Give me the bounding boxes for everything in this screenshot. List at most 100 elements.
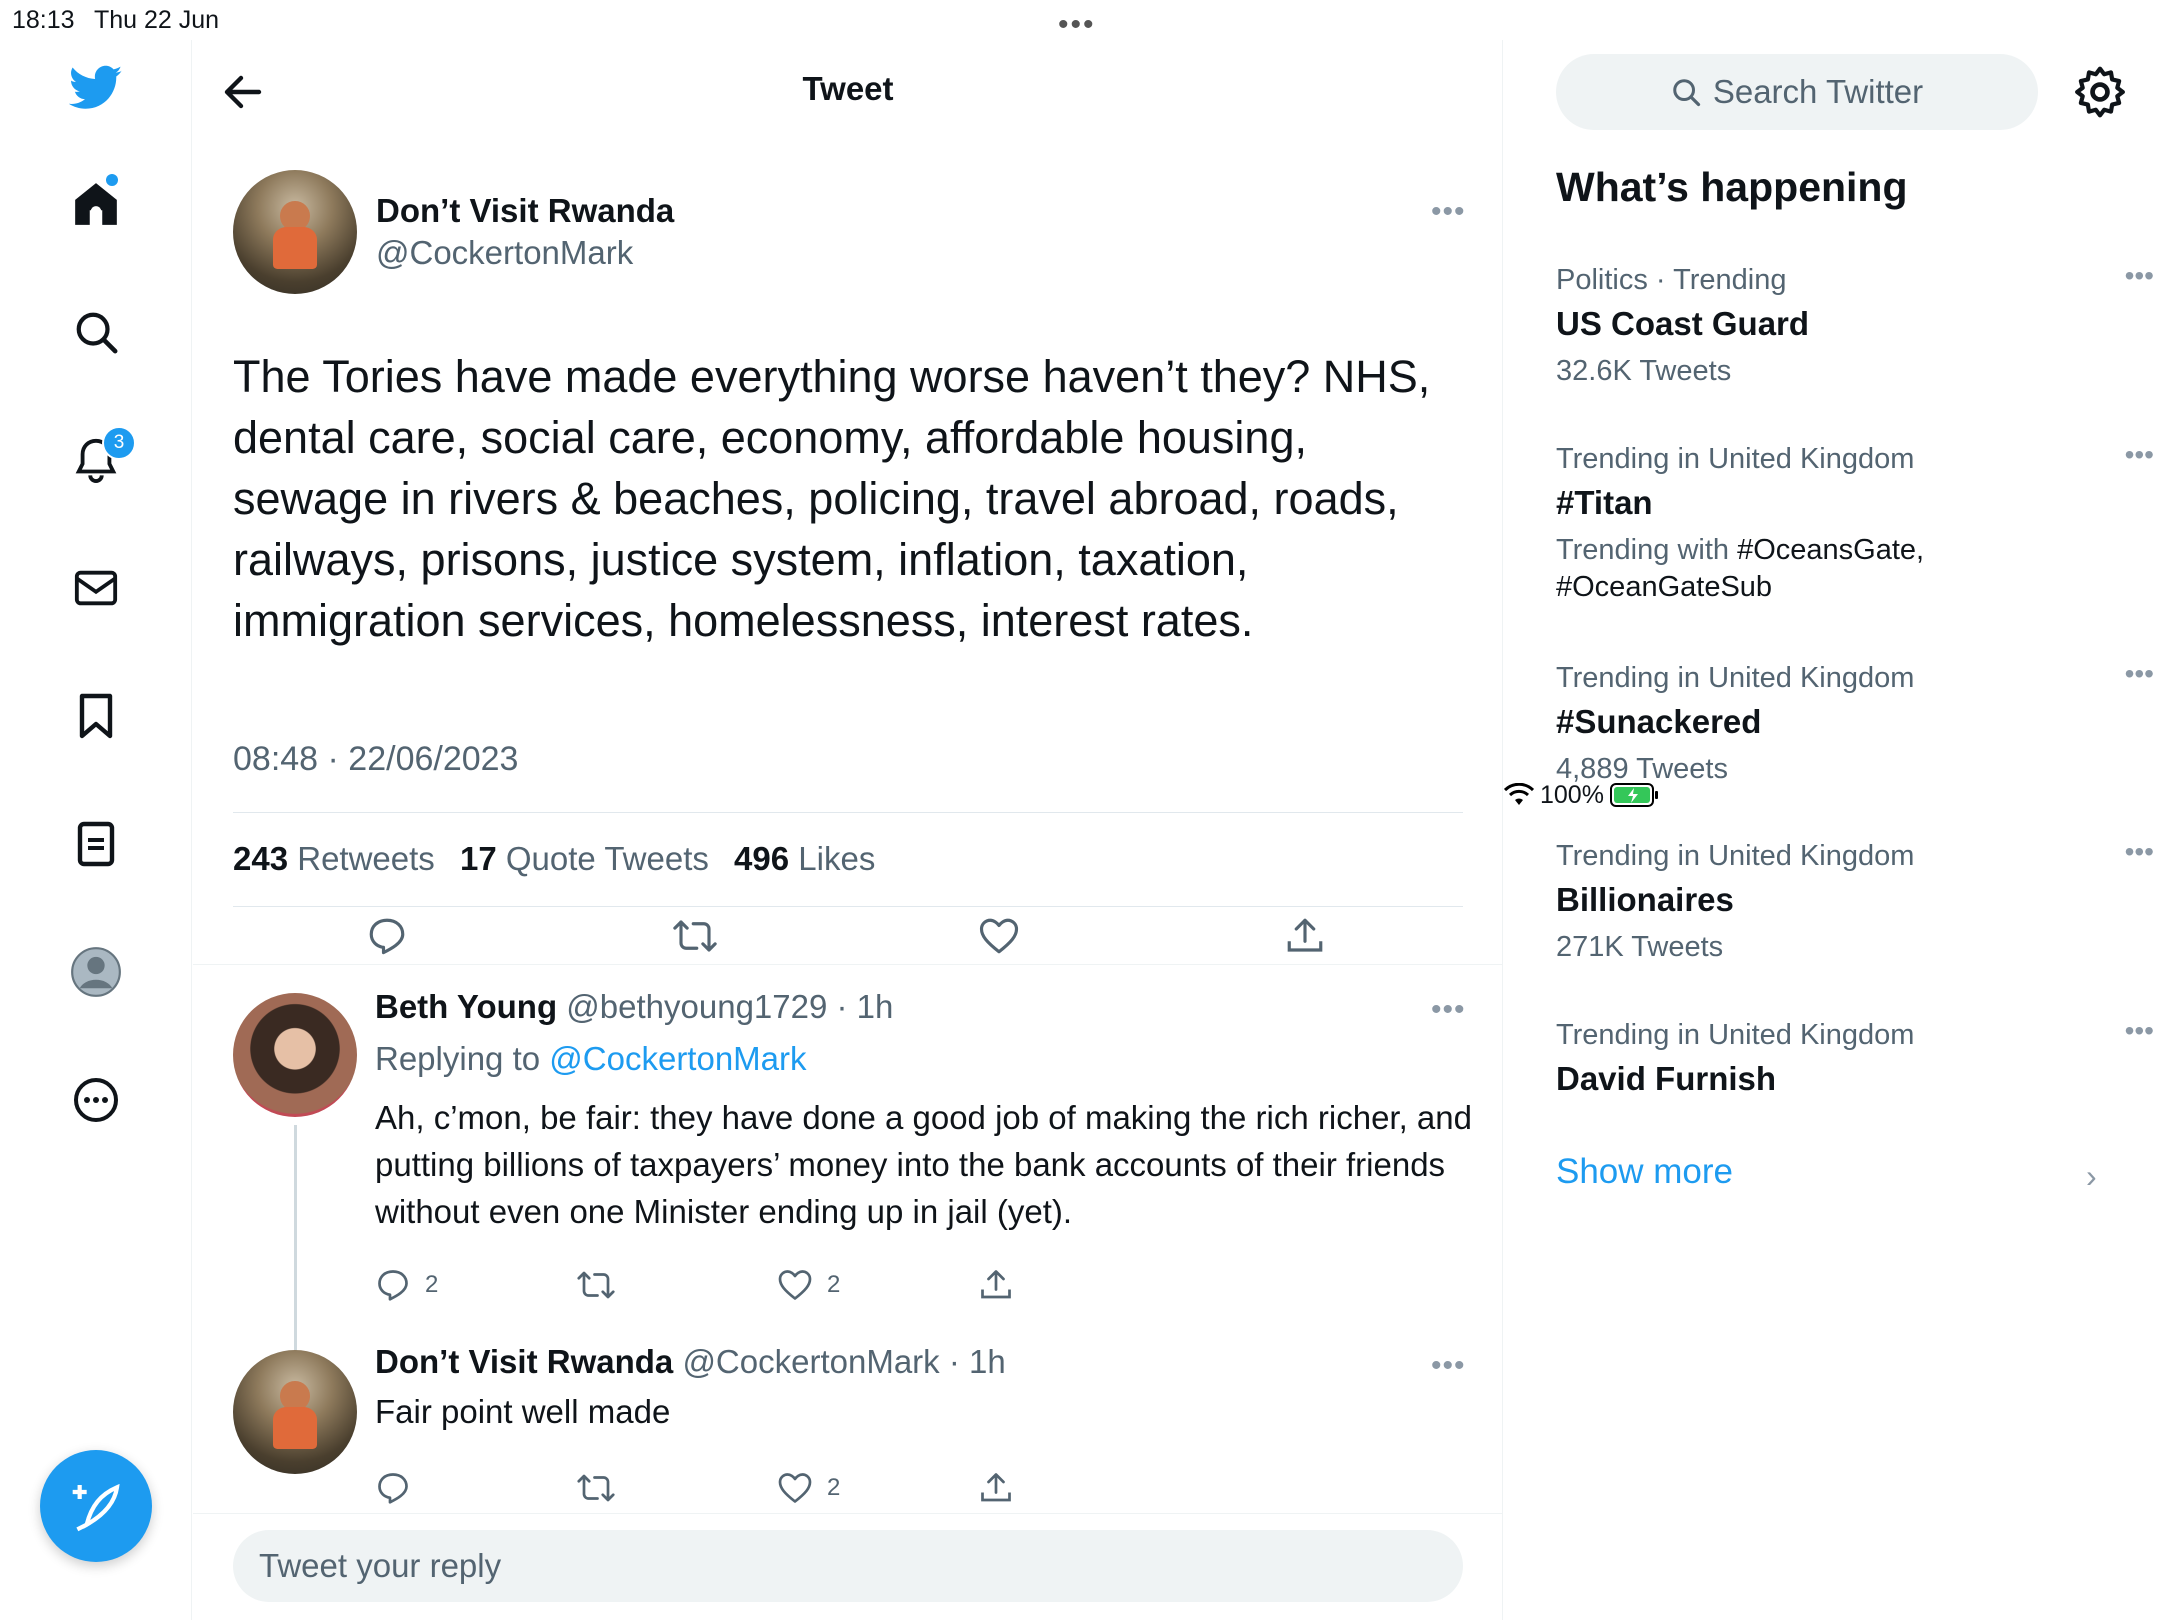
reply-button[interactable] (366, 915, 408, 957)
trend-title: US Coast Guard (1556, 305, 1810, 342)
trend-title: David Furnish (1556, 1060, 1777, 1097)
quotes-stat[interactable]: 17 Quote Tweets (460, 840, 709, 877)
retweet-icon (577, 1474, 615, 1502)
tweet-author-name[interactable]: Don’t Visit Rwanda (376, 192, 674, 230)
avatar[interactable] (233, 1350, 357, 1474)
trend-tag-link[interactable]: #OceanGateSub (1556, 571, 1772, 603)
search-placeholder: Search Twitter (1712, 73, 1924, 110)
tweet-more-icon[interactable]: ••• (1431, 197, 1466, 227)
main-column: Tweet Don’t Visit Rwanda @CockertonMark … (193, 40, 1503, 1620)
reply-button[interactable] (375, 1470, 411, 1506)
trend-context: Trending in United Kingdom (1556, 840, 1915, 872)
reply-text: Ah, c’mon, be fair: they have done a goo… (375, 1099, 1472, 1230)
reply-icon (378, 1473, 408, 1504)
retweets-stat[interactable]: 243 Retweets (233, 840, 435, 877)
left-nav: 3 (0, 40, 192, 1620)
retweet-button[interactable] (576, 1267, 616, 1303)
reply-icon (378, 1270, 408, 1301)
replying-to-link[interactable]: @CockertonMark (549, 1040, 806, 1077)
reply-header: Beth Young @bethyoung1729 · 1h (375, 988, 893, 1026)
like-count: 2 (827, 1474, 841, 1501)
trend-title: #Sunackered (1556, 703, 1762, 740)
likes-stat[interactable]: 496 Likes (734, 840, 875, 877)
like-icon (778, 1473, 812, 1503)
divider (233, 906, 1463, 907)
trend-title: #Titan (1556, 484, 1653, 521)
reply-icon (369, 918, 405, 955)
right-sidebar: Search Twitter What’s happening Politics… (1504, 40, 2160, 1620)
share-icon (1287, 918, 1323, 952)
reply-author-name[interactable]: Don’t Visit Rwanda (375, 1343, 673, 1380)
avatar[interactable] (233, 993, 357, 1117)
retweet-icon (577, 1271, 615, 1299)
tweet-stats: 243 Retweets 17 Quote Tweets 496 Likes (233, 840, 875, 878)
trend-more-icon[interactable]: ••• (2125, 838, 2154, 866)
divider (233, 812, 1463, 813)
like-count: 2 (827, 1271, 841, 1298)
reply-input[interactable]: Tweet your reply (233, 1530, 1463, 1602)
retweet-button[interactable] (576, 1470, 616, 1506)
reply-button[interactable]: 2 (375, 1267, 438, 1303)
trend-item[interactable]: Trending in United Kingdom #Sunackered 4… (1556, 660, 2154, 788)
trend-item[interactable]: Trending in United Kingdom #Titan Trendi… (1556, 441, 2154, 606)
like-button[interactable]: 2 (777, 1470, 840, 1506)
replying-to: Replying to @CockertonMark (375, 1040, 807, 1077)
tweet-author-handle[interactable]: @CockertonMark (376, 234, 633, 272)
share-button[interactable] (1284, 915, 1326, 957)
list-icon[interactable] (66, 814, 126, 874)
trend-context: Trending in United Kingdom (1556, 443, 1915, 475)
more-circle-icon[interactable] (66, 1070, 126, 1130)
trend-more-icon[interactable]: ••• (2125, 441, 2154, 469)
search-icon[interactable] (66, 302, 126, 362)
show-more-link[interactable]: Show more (1556, 1152, 1733, 1192)
compose-icon (72, 1483, 120, 1532)
like-icon (778, 1270, 812, 1300)
reply-author-handle[interactable]: @bethyoung1729 · 1h (566, 988, 893, 1025)
share-button[interactable] (978, 1470, 1014, 1506)
trend-count: 4,889 Tweets (1556, 753, 1728, 785)
trend-more-icon[interactable]: ••• (2125, 262, 2154, 290)
share-icon (981, 1270, 1011, 1299)
trend-title: Billionaires (1556, 881, 1734, 918)
trend-item[interactable]: Trending in United Kingdom Billionaires … (1556, 838, 2154, 966)
divider (193, 964, 1503, 965)
compose-button[interactable] (40, 1450, 152, 1562)
trend-item[interactable]: Trending in United Kingdom David Furnish… (1556, 1017, 2154, 1098)
reply-author-name[interactable]: Beth Young (375, 988, 557, 1025)
bell-icon[interactable]: 3 (66, 426, 136, 490)
share-icon (981, 1473, 1011, 1502)
reply-header: Don’t Visit Rwanda @CockertonMark · 1h (375, 1343, 1006, 1381)
home-icon[interactable] (66, 174, 126, 234)
reply-author-handle[interactable]: @CockertonMark · 1h (682, 1343, 1005, 1380)
reply-more-icon[interactable]: ••• (1431, 995, 1466, 1025)
notifications-badge: 3 (102, 426, 136, 460)
trend-context: Trending in United Kingdom (1556, 1019, 1915, 1051)
retweet-icon (673, 920, 717, 952)
chevron-right-icon[interactable]: › (2086, 1158, 2097, 1195)
trend-tag-link[interactable]: #OceansGate, (1737, 534, 1924, 566)
gear-icon[interactable] (2072, 64, 2128, 120)
tweet-header: Tweet (193, 40, 1503, 140)
trend-item[interactable]: Politics · Trending US Coast Guard 32.6K… (1556, 262, 2154, 390)
mail-icon[interactable] (66, 558, 126, 618)
trend-context: Politics · Trending (1556, 264, 1787, 296)
share-button[interactable] (978, 1267, 1014, 1303)
tweet-timestamp[interactable]: 08:48 · 22/06/2023 (233, 740, 518, 779)
profile-icon[interactable] (66, 942, 126, 1002)
retweet-button[interactable] (672, 915, 718, 957)
search-input[interactable]: Search Twitter (1556, 54, 2038, 130)
like-button[interactable] (978, 915, 1020, 957)
reply-more-icon[interactable]: ••• (1431, 1351, 1466, 1381)
bookmark-icon[interactable] (66, 686, 126, 746)
home-unread-dot (106, 174, 118, 186)
like-button[interactable]: 2 (777, 1267, 840, 1303)
trend-more-icon[interactable]: ••• (2125, 1017, 2154, 1045)
page-title: Tweet (802, 70, 894, 107)
reply-count: 2 (425, 1271, 439, 1298)
twitter-logo-icon[interactable] (66, 58, 126, 118)
avatar[interactable] (233, 170, 357, 294)
multitasking-dots-icon[interactable]: ••• (1058, 10, 1096, 40)
trend-more-icon[interactable]: ••• (2125, 660, 2154, 688)
whats-happening-heading: What’s happening (1556, 164, 1908, 210)
thread-line (294, 1125, 297, 1380)
